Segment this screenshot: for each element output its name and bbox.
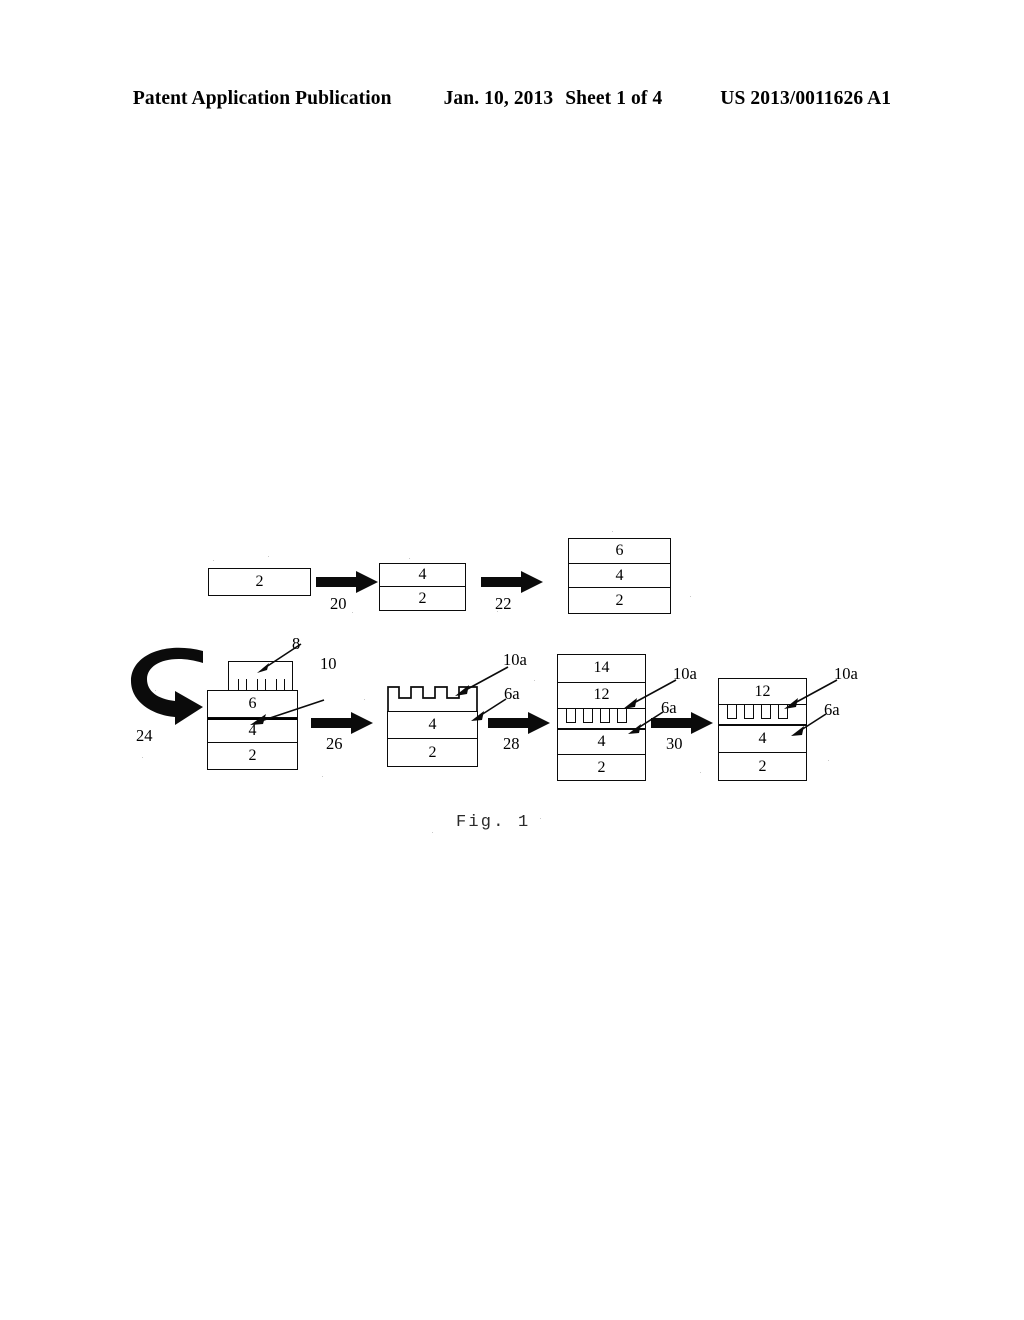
cavity <box>600 708 610 723</box>
process-arrow-20 <box>316 571 378 593</box>
process-arrow-30 <box>651 712 713 734</box>
layer-4: 4 <box>388 712 477 739</box>
layer-2: 2 <box>569 588 670 613</box>
ref-label-24: 24 <box>136 726 153 745</box>
layer-6: 6 <box>569 539 670 564</box>
layer-4: 4 <box>380 564 465 587</box>
cavity <box>744 705 754 720</box>
cavity <box>761 705 771 720</box>
stack-2-layer4-on-2: 4 2 <box>379 563 466 611</box>
cavity <box>583 708 593 723</box>
ref-label-28: 28 <box>503 734 520 753</box>
ref-label-30: 30 <box>666 734 683 753</box>
ref-label-20: 20 <box>330 594 347 613</box>
stack-3-layer6-4-2: 6 4 2 <box>568 538 671 614</box>
ref-label-26: 26 <box>326 734 343 753</box>
process-arrow-24-curved <box>125 645 207 725</box>
stack-5-patterned: 4 2 <box>387 711 478 767</box>
layer-2: 2 <box>388 739 477 766</box>
stack-1-substrate: 2 <box>208 568 311 596</box>
cavity <box>566 708 576 723</box>
layer-4: 4 <box>569 563 670 589</box>
figure-1-diagram: 2 20 4 2 22 6 4 2 24 6 4 2 8 10 26 4 2 1… <box>0 0 1024 1320</box>
figure-caption: Fig. 1 <box>456 813 531 832</box>
layer-2: 2 <box>719 753 806 780</box>
layer-2: 2 <box>380 587 465 610</box>
process-arrow-28 <box>488 712 550 734</box>
ref-label-10: 10 <box>320 654 337 673</box>
cavity <box>727 705 737 720</box>
layer-2: 2 <box>208 743 297 769</box>
layer-2: 2 <box>209 569 310 595</box>
leader-line-10a-stack5 <box>448 665 510 699</box>
process-arrow-26 <box>311 712 373 734</box>
ref-label-8: 8 <box>292 634 301 653</box>
leader-line-6a-stack7 <box>786 712 828 738</box>
layer-2: 2 <box>558 755 645 780</box>
process-arrow-22 <box>481 571 543 593</box>
